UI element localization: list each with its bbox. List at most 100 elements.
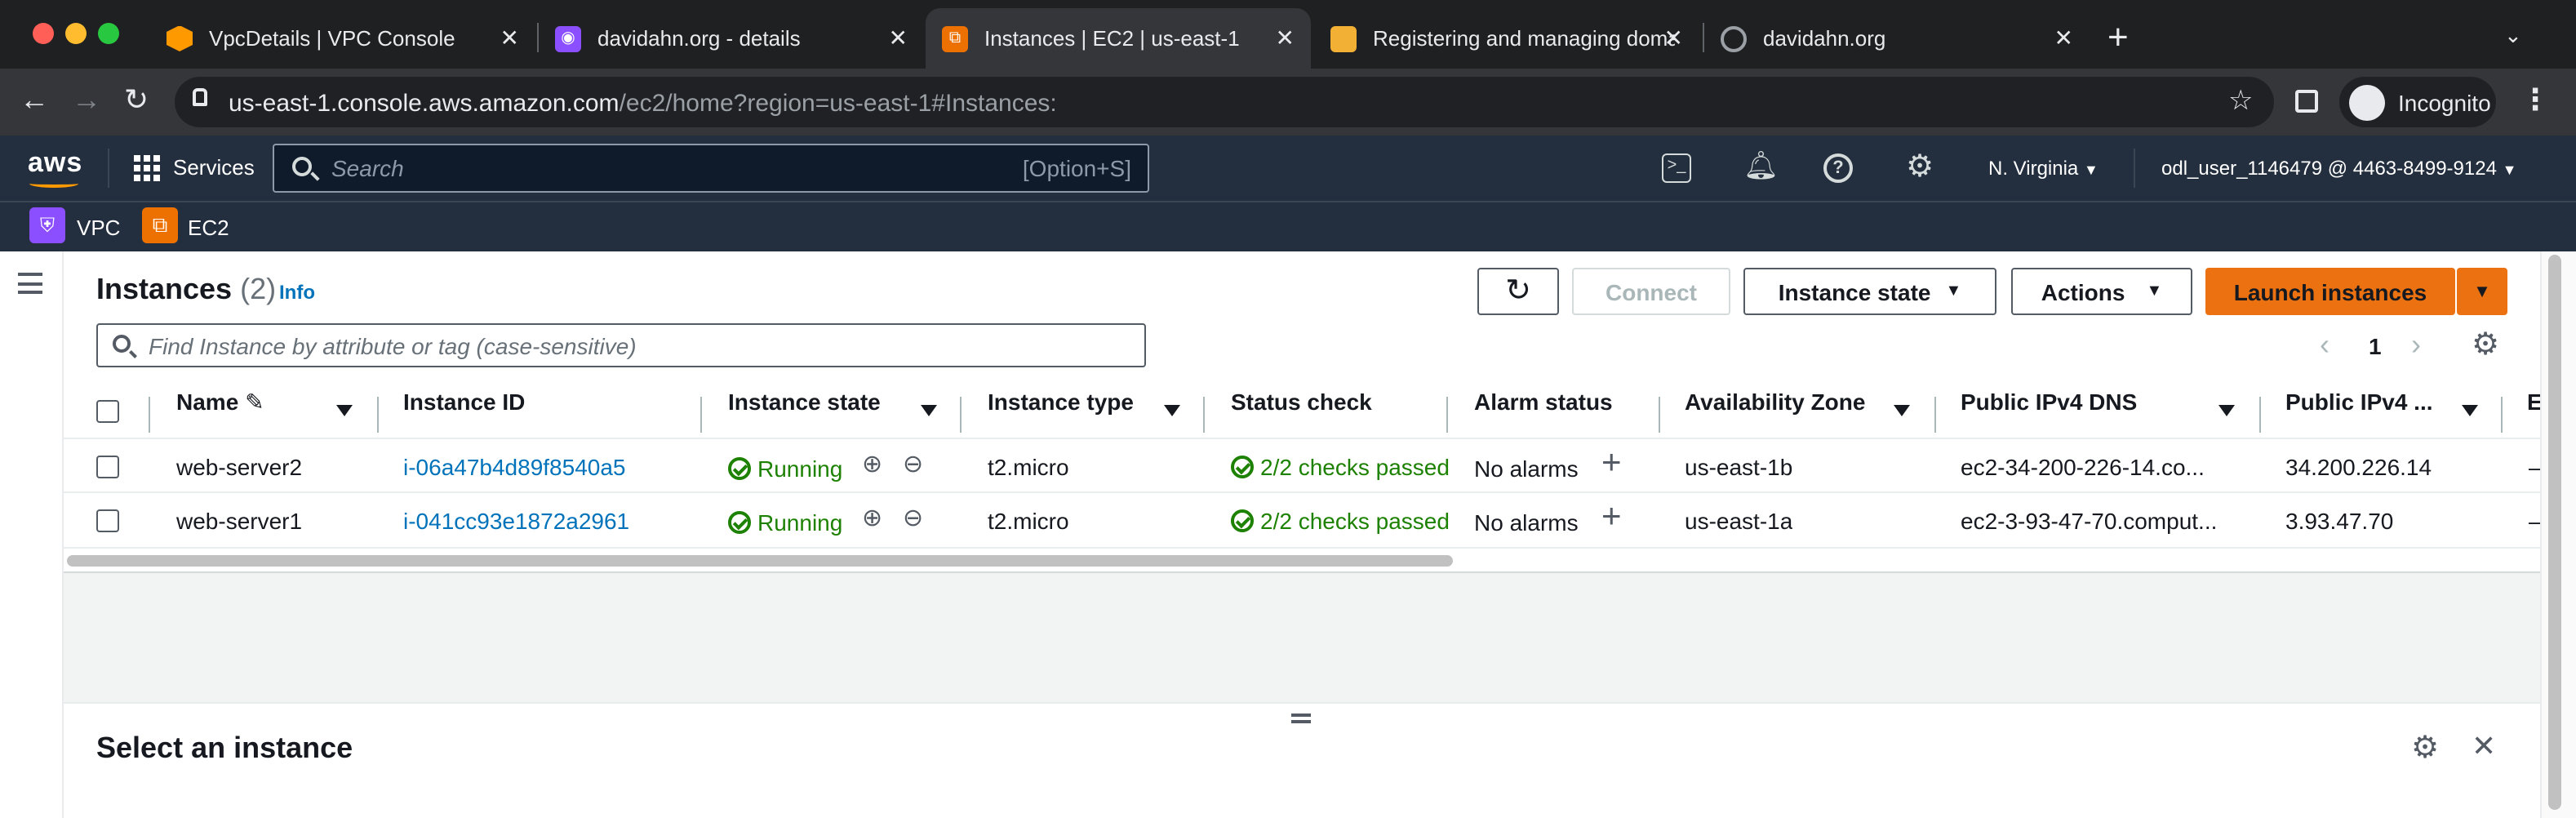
column-header-instance-state[interactable]: Instance state: [728, 389, 881, 415]
instance-id-link[interactable]: i-06a47b4d89f8540a5: [403, 454, 626, 480]
add-alarm-plus-icon[interactable]: +: [1601, 444, 1622, 483]
previous-page-icon[interactable]: ‹: [2320, 328, 2330, 362]
zoom-out-icon[interactable]: ⊖: [903, 503, 923, 532]
cloudshell-icon[interactable]: >_: [1662, 153, 1691, 183]
instance-name: web-server2: [176, 454, 303, 480]
column-header-alarm-status[interactable]: Alarm status: [1474, 389, 1613, 415]
ec2-favicon-icon: ⧉: [942, 25, 968, 51]
refresh-button[interactable]: ↻: [1477, 268, 1559, 315]
select-all-checkbox[interactable]: [96, 400, 119, 423]
instance-id-link[interactable]: i-041cc93e1872a2961: [403, 508, 629, 534]
column-header-name[interactable]: Name ✎: [176, 389, 264, 416]
browser-tab[interactable]: VpcDetails | VPC Console ✕: [150, 8, 535, 69]
row-checkbox[interactable]: [96, 456, 119, 478]
browser-tab[interactable]: ◉ davidahn.org - details ✕: [539, 8, 924, 69]
filter-triangle-icon[interactable]: [1894, 405, 1910, 416]
close-tab-icon[interactable]: ✕: [1664, 24, 1683, 52]
add-alarm-plus-icon[interactable]: +: [1601, 498, 1622, 537]
actions-button[interactable]: Actions ▼: [2011, 268, 2192, 315]
instance-type: t2.micro: [988, 508, 1069, 534]
notifications-bell-icon[interactable]: 🔔︎: [1743, 150, 1779, 181]
aws-logo[interactable]: aws: [28, 147, 82, 180]
side-panel-icon[interactable]: [2295, 90, 2318, 113]
row-checkbox[interactable]: [96, 509, 119, 532]
dropdown-triangle-icon: ▼: [2502, 162, 2517, 178]
filter-triangle-icon[interactable]: [921, 405, 937, 416]
panel-preferences-gear-icon[interactable]: ⚙: [2411, 730, 2439, 767]
column-header-availability-zone[interactable]: Availability Zone: [1685, 389, 1865, 415]
column-header-instance-id[interactable]: Instance ID: [403, 389, 525, 415]
url-path: /ec2/home?region=us-east-1#Instances:: [619, 90, 1057, 118]
bookmark-star-icon[interactable]: ☆: [2228, 85, 2254, 118]
column-header-public-ip[interactable]: Public IPv4 ...: [2285, 389, 2433, 415]
forward-arrow-icon[interactable]: →: [72, 83, 101, 118]
check-circle-icon: [728, 457, 751, 480]
status-check: 2/2 checks passed: [1231, 454, 1450, 480]
close-tab-icon[interactable]: ✕: [2054, 24, 2073, 52]
help-icon[interactable]: ?: [1823, 153, 1853, 183]
browser-tab[interactable]: Registering and managing domain ✕: [1314, 8, 1699, 69]
dropdown-triangle-icon: ▼: [1945, 282, 1962, 300]
tab-title: davidahn.org - details: [597, 26, 801, 51]
instance-type: t2.micro: [988, 454, 1069, 480]
instance-state-button[interactable]: Instance state ▼: [1743, 268, 1996, 315]
favorite-vpc[interactable]: VPC: [77, 216, 120, 240]
filter-input[interactable]: Find Instance by attribute or tag (case-…: [96, 323, 1146, 367]
close-window-button[interactable]: [33, 23, 54, 44]
hamburger-menu-icon[interactable]: [18, 273, 42, 294]
close-panel-icon[interactable]: ✕: [2472, 730, 2496, 764]
services-menu[interactable]: Services: [173, 155, 255, 180]
reload-icon[interactable]: ↻: [124, 83, 149, 118]
browser-toolbar: ← → ↻ us-east-1.console.aws.amazon.com/e…: [0, 69, 2576, 136]
table-preferences-gear-icon[interactable]: ⚙: [2472, 327, 2499, 364]
maximize-window-button[interactable]: [98, 23, 119, 44]
public-dns: ec2-34-200-226-14.co...: [1961, 454, 2205, 480]
close-tab-icon[interactable]: ✕: [500, 24, 519, 52]
alarm-status: No alarms: [1474, 456, 1579, 482]
connect-button[interactable]: Connect: [1572, 268, 1730, 315]
filter-triangle-icon[interactable]: [336, 405, 353, 416]
account-menu[interactable]: odl_user_1146479 @ 4463-8499-9124 ▼: [2161, 157, 2516, 180]
horizontal-scrollbar[interactable]: [67, 555, 1453, 567]
launch-dropdown-button[interactable]: ▼: [2457, 268, 2507, 315]
filter-triangle-icon[interactable]: [2462, 405, 2478, 416]
column-header-public-dns[interactable]: Public IPv4 DNS: [1961, 389, 2137, 415]
resize-handle-icon[interactable]: [1291, 714, 1311, 723]
browser-tab[interactable]: davidahn.org ✕: [1704, 8, 2090, 69]
launch-instances-button[interactable]: Launch instances: [2205, 268, 2455, 315]
zoom-in-icon[interactable]: ⊕: [862, 449, 882, 478]
filter-triangle-icon[interactable]: [1164, 405, 1180, 416]
region-selector[interactable]: N. Virginia ▼: [1988, 157, 2099, 180]
browser-tab-active[interactable]: ⧉ Instances | EC2 | us-east-1 ✕: [926, 8, 1311, 69]
incognito-label: Incognito: [2398, 89, 2491, 115]
instances-page: Instances (2) Info ↻ Connect Instance st…: [64, 251, 2543, 818]
tab-title: Registering and managing domain: [1373, 26, 1675, 51]
back-arrow-icon[interactable]: ←: [20, 83, 49, 118]
page-number[interactable]: 1: [2369, 333, 2382, 359]
column-header-status-check[interactable]: Status check: [1231, 389, 1372, 415]
services-grid-icon[interactable]: [134, 155, 160, 181]
info-link[interactable]: Info: [279, 281, 315, 304]
close-tab-icon[interactable]: ✕: [889, 24, 908, 52]
package-favicon-icon: [1330, 25, 1357, 51]
zoom-out-icon[interactable]: ⊖: [903, 449, 923, 478]
edit-pencil-icon: ✎: [245, 389, 264, 415]
address-bar[interactable]: us-east-1.console.aws.amazon.com/ec2/hom…: [175, 77, 2274, 127]
page-scrollbar[interactable]: [2540, 251, 2576, 818]
settings-gear-icon[interactable]: ⚙: [1905, 149, 1934, 184]
zoom-in-icon[interactable]: ⊕: [862, 503, 882, 532]
browser-menu-icon[interactable]: ⋮: [2520, 83, 2550, 118]
close-tab-icon[interactable]: ✕: [1276, 24, 1295, 52]
new-tab-icon[interactable]: +: [2107, 16, 2129, 59]
aws-search-input[interactable]: Search [Option+S]: [273, 144, 1149, 193]
filter-triangle-icon[interactable]: [2218, 405, 2235, 416]
table-empty-area: [64, 573, 2540, 702]
incognito-indicator[interactable]: Incognito: [2339, 77, 2496, 127]
split-panel-title: Select an instance: [96, 731, 353, 764]
next-page-icon[interactable]: ›: [2411, 328, 2421, 362]
minimize-window-button[interactable]: [65, 23, 87, 44]
favorite-ec2[interactable]: EC2: [188, 216, 229, 240]
tab-search-chevron-icon[interactable]: ⌄: [2504, 23, 2522, 49]
instance-state: Running: [728, 509, 842, 536]
column-header-instance-type[interactable]: Instance type: [988, 389, 1134, 415]
